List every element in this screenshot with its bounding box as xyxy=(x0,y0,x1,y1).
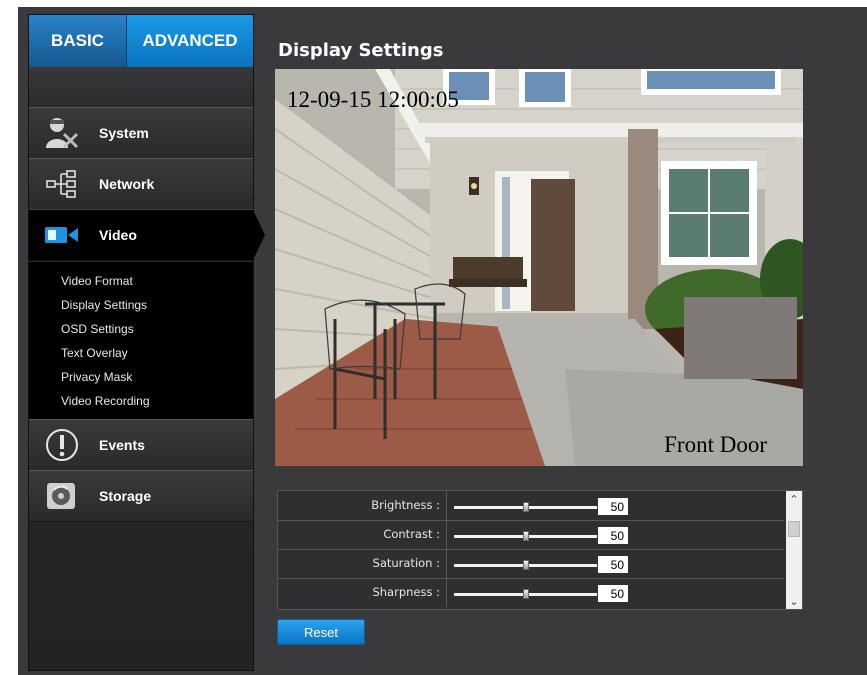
tab-advanced[interactable]: ADVANCED xyxy=(127,15,253,79)
submenu-display-settings[interactable]: Display Settings xyxy=(29,293,253,317)
sidebar-item-storage[interactable]: Storage xyxy=(29,470,253,522)
submenu-text-overlay[interactable]: Text Overlay xyxy=(29,341,253,365)
app-frame: BASIC ADVANCED System Network Video Vide… xyxy=(18,7,867,675)
scrollbar-thumb[interactable] xyxy=(788,521,800,537)
sharpness-label: Sharpness : xyxy=(278,578,447,607)
sharpness-row: Sharpness : 50 xyxy=(278,578,784,607)
sharpness-value[interactable]: 50 xyxy=(598,585,628,602)
image-settings-panel: Brightness : 50 Contrast : 50 Saturation… xyxy=(277,490,803,610)
contrast-label: Contrast : xyxy=(278,520,447,549)
page-title: Display Settings xyxy=(278,40,444,61)
sidebar-item-label: System xyxy=(99,125,149,141)
video-camera-icon xyxy=(41,215,83,255)
sidebar-item-events[interactable]: Events xyxy=(29,419,253,471)
exclamation-icon xyxy=(41,425,83,465)
settings-scrollbar[interactable]: ⌃ ⌄ xyxy=(786,491,802,609)
active-item-pointer xyxy=(253,210,265,260)
submenu-osd-settings[interactable]: OSD Settings xyxy=(29,317,253,341)
mode-tabs: BASIC ADVANCED xyxy=(29,15,253,79)
tab-basic[interactable]: BASIC xyxy=(29,15,127,67)
scroll-down-icon[interactable]: ⌄ xyxy=(786,593,802,609)
submenu-video-recording[interactable]: Video Recording xyxy=(29,389,253,413)
reset-button[interactable]: Reset xyxy=(277,619,365,645)
sidebar-item-label: Video xyxy=(99,227,137,243)
sharpness-slider[interactable] xyxy=(454,589,597,599)
saturation-row: Saturation : 50 xyxy=(278,549,784,579)
osd-timestamp: 12-09-15 12:00:05 xyxy=(287,87,459,112)
contrast-value[interactable]: 50 xyxy=(598,527,628,544)
brightness-value[interactable]: 50 xyxy=(598,498,628,515)
saturation-slider[interactable] xyxy=(454,560,597,570)
camera-preview: 12-09-15 12:00:05 Front Door xyxy=(275,69,803,466)
contrast-row: Contrast : 50 xyxy=(278,520,784,550)
system-user-tools-icon xyxy=(41,113,83,153)
sidebar-item-network[interactable]: Network xyxy=(29,158,253,210)
sidebar-item-label: Storage xyxy=(99,488,152,504)
saturation-label: Saturation : xyxy=(278,549,447,578)
brightness-label: Brightness : xyxy=(278,491,447,520)
camera-scene-image xyxy=(275,69,803,466)
saturation-value[interactable]: 50 xyxy=(598,556,628,573)
sidebar: BASIC ADVANCED System Network Video Vide… xyxy=(28,14,265,671)
contrast-slider[interactable] xyxy=(454,531,597,541)
tab-advanced-label: ADVANCED xyxy=(142,31,238,50)
slider-thumb[interactable] xyxy=(522,531,529,541)
video-submenu: Video Format Display Settings OSD Settin… xyxy=(29,262,253,420)
brightness-row: Brightness : 50 xyxy=(278,491,784,521)
privacy-mask-region xyxy=(684,297,797,379)
sidebar-item-video[interactable]: Video xyxy=(29,209,265,261)
sidebar-spacer xyxy=(29,67,253,108)
submenu-video-format[interactable]: Video Format xyxy=(29,269,253,293)
text-overlay: Front Door xyxy=(664,432,767,457)
sidebar-item-label: Events xyxy=(99,437,145,453)
brightness-slider[interactable] xyxy=(454,502,597,512)
scroll-up-icon[interactable]: ⌃ xyxy=(786,491,802,507)
sidebar-item-system[interactable]: System xyxy=(29,107,253,159)
slider-thumb[interactable] xyxy=(522,502,529,512)
storage-disk-icon xyxy=(41,476,83,516)
slider-thumb[interactable] xyxy=(522,560,529,570)
slider-thumb[interactable] xyxy=(522,589,529,599)
sidebar-item-label: Network xyxy=(99,176,155,192)
network-icon xyxy=(41,164,83,204)
submenu-privacy-mask[interactable]: Privacy Mask xyxy=(29,365,253,389)
